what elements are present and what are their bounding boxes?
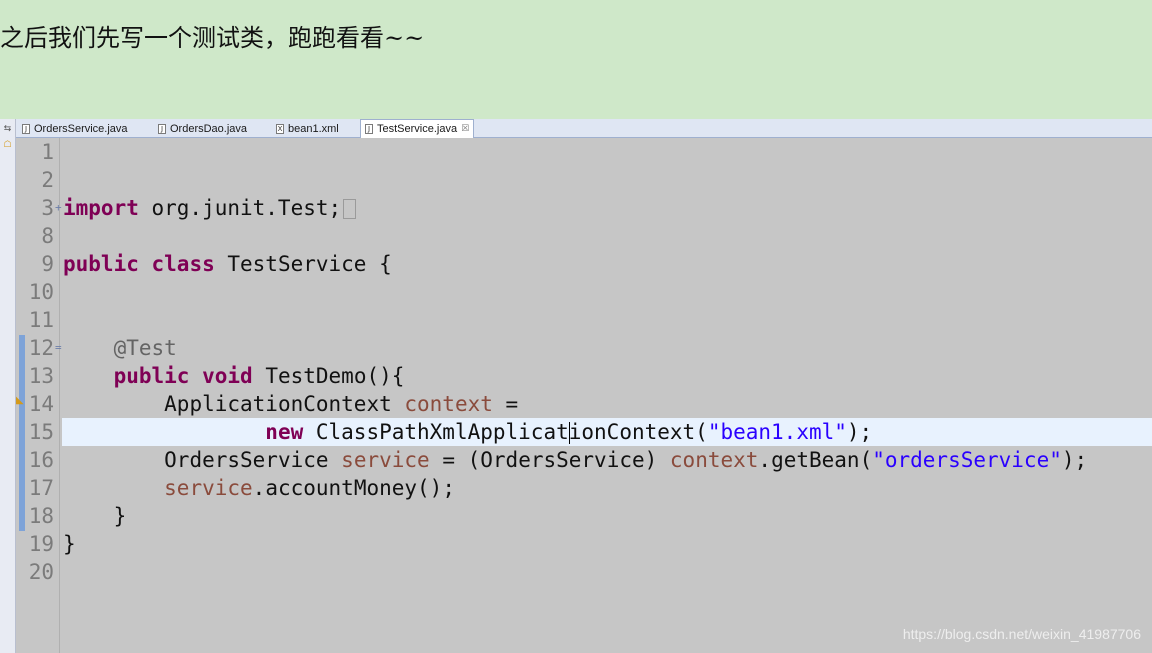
code-line: 18 } <box>0 502 1152 530</box>
keyword: import <box>63 196 139 220</box>
variable: service <box>164 476 253 500</box>
code-text: ApplicationContext context = <box>63 390 518 418</box>
code-line: 11 <box>0 306 1152 334</box>
tab-orders-service[interactable]: J OrdersService.java <box>22 120 128 137</box>
code-text: service.accountMoney(); <box>63 474 455 502</box>
restore-view-icon[interactable]: ⇆ <box>2 125 13 134</box>
code-fragment: = <box>492 392 519 416</box>
java-file-icon: J <box>158 123 166 134</box>
code-line: 16 OrdersService service = (OrdersServic… <box>0 446 1152 474</box>
code-fragment: org.junit.Test; <box>138 196 342 220</box>
variable: service <box>341 448 430 472</box>
keyword: class <box>151 252 215 276</box>
code-text: import org.junit.Test; <box>63 194 357 222</box>
line-number: 1 <box>41 140 54 164</box>
keyword: public <box>63 252 139 276</box>
variable: context <box>669 448 759 472</box>
code-text: } <box>63 530 76 558</box>
code-fragment: TestDemo(){ <box>252 364 405 388</box>
line-number: 17 <box>28 476 54 500</box>
code-fragment: .getBean( <box>758 448 873 472</box>
code-text: } <box>63 502 127 530</box>
tab-label: TestService.java <box>377 123 458 135</box>
intro-text: 之后我们先写一个测试类，跑跑看看~~ <box>0 24 425 52</box>
line-number: 20 <box>28 560 54 584</box>
code-fragment: ionContext( <box>568 420 708 444</box>
line-number: 9 <box>41 252 54 276</box>
code-line: 12 = @Test <box>0 334 1152 362</box>
code-line: 2 <box>0 166 1152 194</box>
variable: context <box>404 392 493 416</box>
line-number: 10 <box>28 280 54 304</box>
tab-orders-dao[interactable]: J OrdersDao.java <box>158 120 247 137</box>
line-number: 12 <box>28 336 54 360</box>
line-number: 14 <box>28 392 54 416</box>
code-line: 3 + import org.junit.Test; <box>0 194 1152 222</box>
fold-expand-icon[interactable]: + <box>55 194 62 222</box>
code-fragment: OrdersService <box>164 448 342 472</box>
java-file-icon: J <box>22 123 30 134</box>
xml-file-icon: X <box>276 123 284 134</box>
tab-label: OrdersService.java <box>34 122 128 135</box>
code-line: 10 <box>0 278 1152 306</box>
line-number: 15 <box>28 420 54 444</box>
code-fragment: TestService { <box>214 252 392 276</box>
code-line: 1 <box>0 138 1152 166</box>
line-number: 16 <box>28 448 54 472</box>
annotation: @Test <box>113 336 177 360</box>
fold-collapse-icon[interactable]: = <box>55 334 62 362</box>
line-number: 2 <box>41 168 54 192</box>
tab-label: bean1.xml <box>288 122 339 135</box>
editor-tab-bar: J OrdersService.java J OrdersDao.java X … <box>16 119 1152 138</box>
code-line: 20 <box>0 558 1152 586</box>
code-line: 19 } <box>0 530 1152 558</box>
code-line: 17 service.accountMoney(); <box>0 474 1152 502</box>
code-text: new ClassPathXmlApplicationContext("bean… <box>63 418 872 446</box>
code-text: @Test <box>63 334 177 362</box>
eclipse-editor-window: ⇆ ☖ J OrdersService.java J OrdersDao.jav… <box>0 119 1152 653</box>
code-fragment: = (OrdersService) <box>429 448 670 472</box>
line-number: 18 <box>28 504 54 528</box>
tab-test-service[interactable]: J TestService.java ☒ <box>360 119 475 138</box>
keyword: public <box>113 364 190 388</box>
code-text: public class TestService { <box>63 250 392 278</box>
line-number: 3 <box>41 196 54 220</box>
code-text: OrdersService service = (OrdersService) … <box>63 446 1087 474</box>
keyword: void <box>202 364 253 388</box>
close-tab-icon[interactable]: ☒ <box>461 124 469 134</box>
line-number: 11 <box>28 308 54 332</box>
java-file-icon: J <box>365 124 373 134</box>
tab-label: OrdersDao.java <box>170 122 248 135</box>
code-area[interactable]: 1 2 3 + import org.junit.Test; 8 9 publi… <box>0 138 1152 653</box>
line-number: 19 <box>28 532 54 556</box>
tab-bean1-xml[interactable]: X bean1.xml <box>276 120 339 137</box>
code-fragment: .accountMoney(); <box>252 476 455 500</box>
code-fragment: ApplicationContext <box>164 392 405 416</box>
string-literal: "bean1.xml" <box>707 420 847 444</box>
line-number: 13 <box>28 364 54 388</box>
closing-brace: } <box>113 504 127 528</box>
code-fragment: ClassPathXmlApplicat <box>303 420 569 444</box>
closing-brace: } <box>63 532 76 556</box>
watermark: https://blog.csdn.net/weixin_41987706 <box>902 626 1141 642</box>
line-number: 8 <box>41 224 54 248</box>
folded-imports-marker[interactable] <box>343 199 357 219</box>
code-line: 9 public class TestService { <box>0 250 1152 278</box>
code-text: public void TestDemo(){ <box>63 362 405 390</box>
code-line: 8 <box>0 222 1152 250</box>
code-fragment: ); <box>1061 448 1088 472</box>
keyword: new <box>265 420 304 444</box>
current-code-line: 15 new ClassPathXmlApplicationContext("b… <box>0 418 1152 446</box>
code-line: 13 public void TestDemo(){ <box>0 362 1152 390</box>
code-line: ◣ 14 ApplicationContext context = <box>0 390 1152 418</box>
code-fragment: ); <box>846 420 873 444</box>
string-literal: "ordersService" <box>872 448 1062 472</box>
